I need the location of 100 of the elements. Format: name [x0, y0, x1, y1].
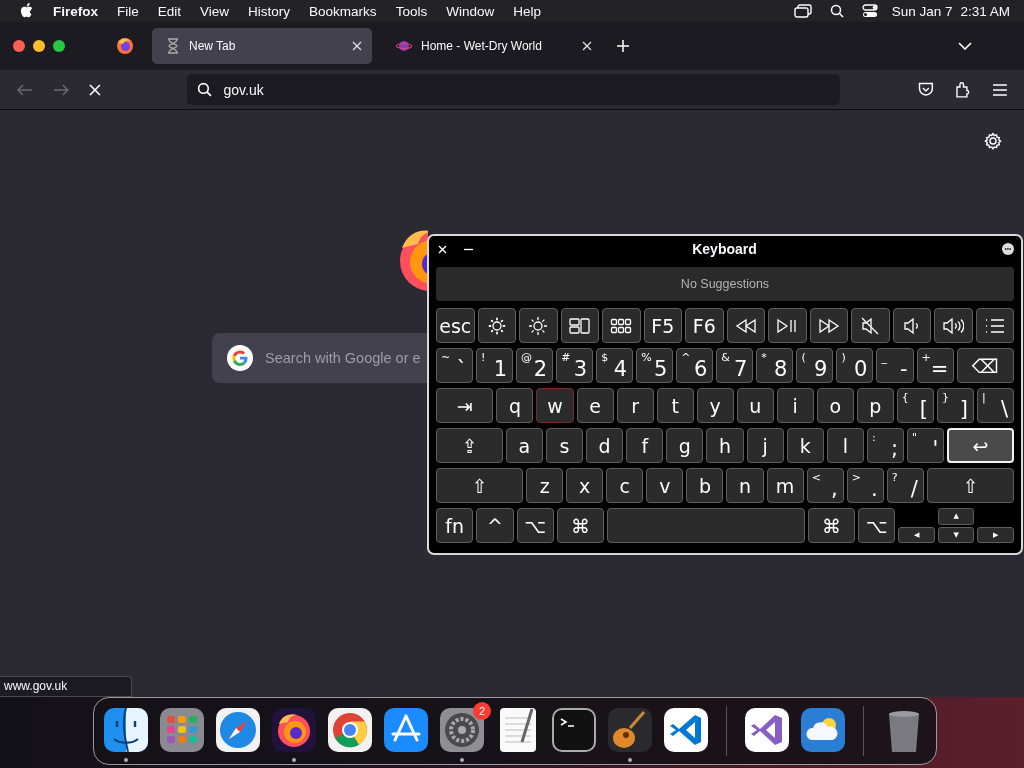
- keyboard-key[interactable]: ⇥: [436, 388, 494, 423]
- keyboard-key[interactable]: _ -: [876, 348, 914, 383]
- search-icon[interactable]: [829, 4, 844, 18]
- keyboard-key[interactable]: * 8: [756, 348, 794, 383]
- menu-item[interactable]: Tools: [395, 3, 428, 19]
- keyboard-key[interactable]: b: [686, 468, 724, 503]
- keyboard-key[interactable]: ! 1: [476, 348, 514, 383]
- keyboard-key[interactable]: ^ 6: [676, 348, 714, 383]
- keyboard-key[interactable]: [768, 308, 807, 343]
- zoom-window-icon[interactable]: [53, 40, 65, 52]
- keyboard-key[interactable]: [934, 308, 973, 343]
- keyboard-key[interactable]: k: [786, 428, 824, 463]
- keyboard-key[interactable]: F6: [685, 308, 724, 343]
- close-tab-icon[interactable]: [352, 41, 362, 51]
- gear-icon[interactable]: [438, 706, 486, 754]
- address-bar[interactable]: gov.uk: [186, 74, 840, 105]
- keyboard-key[interactable]: ⇧: [926, 468, 1014, 503]
- menu-item[interactable]: View: [200, 3, 230, 19]
- keyboard-key[interactable]: c: [606, 468, 644, 503]
- keyboard-key[interactable]: f: [626, 428, 664, 463]
- menu-item[interactable]: History: [248, 3, 291, 19]
- keyboard-key[interactable]: o: [816, 388, 854, 423]
- date-text[interactable]: Sun Jan 7: [891, 3, 953, 19]
- keyboard-key[interactable]: esc: [436, 308, 475, 343]
- keyboard-key[interactable]: m: [766, 468, 804, 503]
- keyboard-key[interactable]: i: [776, 388, 814, 423]
- keyboard-key[interactable]: ( 9: [796, 348, 834, 383]
- close-window-icon[interactable]: [13, 40, 25, 52]
- smiling-face-icon[interactable]: [102, 706, 150, 754]
- keyboard-key[interactable]: [809, 308, 848, 343]
- keyboard-key[interactable]: ⌘: [807, 508, 856, 543]
- keyboard-key[interactable]: ⌫: [956, 348, 1014, 383]
- close-icon[interactable]: [438, 244, 447, 254]
- menu-item[interactable]: Help: [513, 3, 541, 19]
- keyboard-key[interactable]: a: [505, 428, 543, 463]
- keyboard-key[interactable]: ⇪: [436, 428, 503, 463]
- menu-item[interactable]: File: [117, 3, 139, 19]
- new-tab-icon[interactable]: [616, 39, 630, 53]
- keyboard-key[interactable]: # 3: [556, 348, 594, 383]
- keyboard-key[interactable]: " ': [907, 428, 945, 463]
- keyboard-key[interactable]: ⌥: [516, 508, 554, 543]
- search-field[interactable]: Search with Google or e: [212, 333, 427, 383]
- keyboard-key[interactable]: r: [616, 388, 654, 423]
- minimize-window-icon[interactable]: [33, 40, 45, 52]
- keyboard-key[interactable]: t: [656, 388, 694, 423]
- keyboard-key[interactable]: < ,: [806, 468, 844, 503]
- pinned-tab-fox-icon[interactable]: [116, 37, 134, 55]
- weather-icon[interactable]: [799, 706, 847, 754]
- keyboard-key[interactable]: s: [545, 428, 584, 463]
- keyboard-key[interactable]: x: [566, 468, 604, 503]
- keyboard-key[interactable]: ) 0: [836, 348, 874, 383]
- compass-icon[interactable]: [214, 706, 262, 754]
- keyboard-key[interactable]: ^: [476, 508, 514, 543]
- stop-loading-icon[interactable]: [88, 83, 101, 96]
- keyboard-key[interactable]: > .: [846, 468, 884, 503]
- keyboard-key[interactable]: ~ `: [436, 348, 474, 383]
- browser-tab[interactable]: New Tab: [152, 28, 372, 64]
- guitar-icon[interactable]: [606, 706, 654, 754]
- keyboard-key[interactable]: ⇧: [436, 468, 524, 503]
- settings-icon[interactable]: [984, 132, 1002, 150]
- code-editor-icon[interactable]: [662, 706, 710, 754]
- keyboard-key[interactable]: $ 4: [596, 348, 634, 383]
- keyboard-key[interactable]: [477, 308, 516, 343]
- keyboard-key[interactable]: : ;: [866, 428, 905, 463]
- keyboard-key[interactable]: [726, 308, 765, 343]
- keyboard-key[interactable]: %5: [636, 348, 674, 383]
- keyboard-key[interactable]: z: [526, 468, 564, 503]
- keyboard-key[interactable]: F5: [643, 308, 682, 343]
- keyboard-key[interactable]: l: [826, 428, 864, 463]
- keyboard-key[interactable]: ↩: [947, 428, 1014, 463]
- app-store-icon[interactable]: [382, 706, 430, 754]
- more-options-icon[interactable]: [1002, 243, 1014, 255]
- keyboard-key[interactable]: ? /: [886, 468, 924, 503]
- tab-list-chevron-icon[interactable]: [958, 42, 972, 50]
- keyboard-key[interactable]: ⌘: [556, 508, 605, 543]
- keyboard-key[interactable]: [560, 308, 599, 343]
- keyboard-key[interactable]: n: [726, 468, 764, 503]
- app-grid-icon[interactable]: [158, 706, 206, 754]
- keyboard-key[interactable]: @2: [516, 348, 554, 383]
- keyboard-key[interactable]: h: [706, 428, 744, 463]
- keyboard-key[interactable]: | \: [976, 388, 1014, 423]
- keyboard-key[interactable]: [851, 308, 890, 343]
- keyboard-key[interactable]: y: [696, 388, 734, 423]
- keyboard-key[interactable]: v: [646, 468, 684, 503]
- terminal-icon[interactable]: [550, 706, 598, 754]
- menu-item[interactable]: Window: [446, 3, 495, 19]
- browser-tab[interactable]: Home - Wet-Dry World: [382, 28, 602, 64]
- keyboard-key[interactable]: u: [736, 388, 774, 423]
- app-menu[interactable]: Firefox: [53, 3, 98, 19]
- keyboard-key[interactable]: & 7: [716, 348, 754, 383]
- puzzle-piece-icon[interactable]: [955, 81, 972, 98]
- keyboard-key[interactable]: { [: [896, 388, 934, 423]
- keyboard-key[interactable]: q: [496, 388, 534, 423]
- pocket-icon[interactable]: [917, 82, 934, 97]
- keyboard-key[interactable]: p: [856, 388, 894, 423]
- keyboard-key[interactable]: j: [746, 428, 784, 463]
- keyboard-key[interactable]: d: [586, 428, 624, 463]
- ide-icon[interactable]: [743, 706, 791, 754]
- keyboard-key[interactable]: } ]: [936, 388, 974, 423]
- time-text[interactable]: 2:31 AM: [960, 3, 1010, 19]
